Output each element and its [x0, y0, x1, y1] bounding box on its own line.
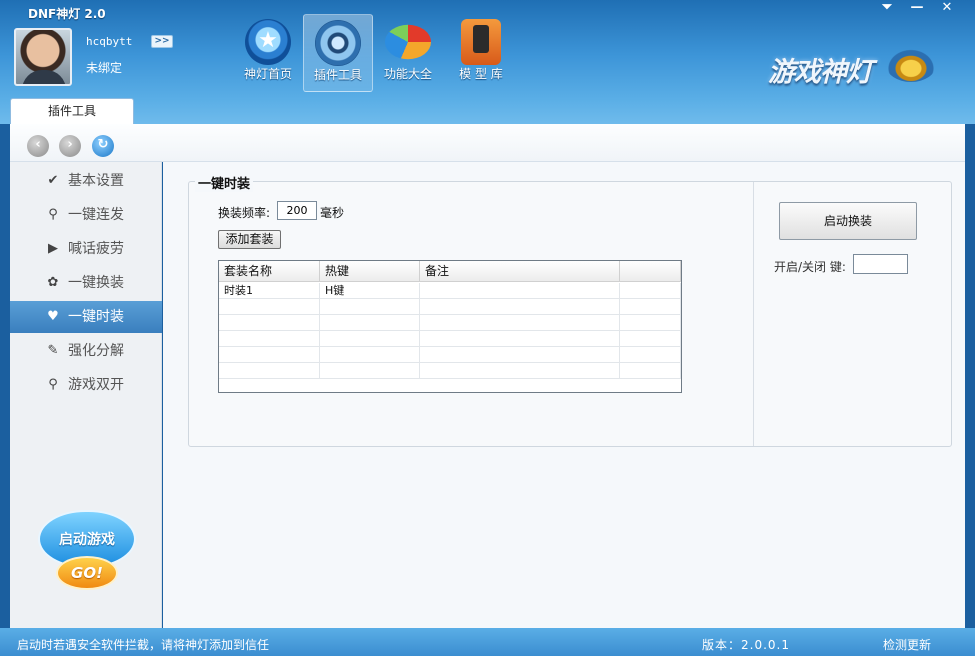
- table-cell-empty: [620, 315, 681, 331]
- title-bar: DNF神灯 2.0 hcqbytt >> 未绑定 神灯首页 插件工具 功能大全 …: [0, 0, 975, 124]
- start-switch-button[interactable]: 启动换装: [779, 202, 917, 240]
- freq-label: 换装频率:: [218, 206, 271, 220]
- nav-home[interactable]: 神灯首页: [233, 14, 303, 92]
- sidebar-item-quick-equip[interactable]: ✿ 一键换装: [10, 267, 162, 299]
- back-button[interactable]: ‹: [27, 135, 49, 157]
- status-hint: 启动时若遇安全软件拦截，请将神灯添加到信任: [17, 638, 270, 652]
- table-cell-empty: [620, 363, 681, 379]
- sidebar-item-basic-settings[interactable]: ✔ 基本设置: [10, 165, 162, 197]
- tab-plugin-tools[interactable]: 插件工具: [10, 98, 134, 124]
- table-header-hotkey[interactable]: 热键: [320, 261, 420, 282]
- model-library-icon: [461, 19, 501, 65]
- table-cell-empty: [219, 331, 320, 347]
- nav-features[interactable]: 功能大全: [373, 14, 443, 92]
- fashion-groupbox: 换装频率: 毫秒 添加套装 套装名称 热键 备注 时装1 H键: [188, 181, 952, 447]
- nav-model-library-label: 模 型 库: [459, 67, 503, 81]
- plugin-tools-icon: [315, 20, 361, 66]
- sidebar-item-rapid-fire[interactable]: ⚲ 一键连发: [10, 199, 162, 231]
- forward-button[interactable]: ›: [59, 135, 81, 157]
- sidebar-item-label: 一键换装: [68, 275, 124, 291]
- username: hcqbytt: [86, 35, 133, 48]
- table-header-extra[interactable]: [620, 261, 681, 282]
- check-update-link[interactable]: 检测更新: [883, 636, 931, 653]
- nav-plugin-tools-label: 插件工具: [313, 68, 362, 82]
- table-cell-empty: [420, 299, 620, 315]
- table-cell-empty: [320, 331, 420, 347]
- table-cell-empty: [420, 347, 620, 363]
- sidebar-item-label: 喊话疲劳: [68, 241, 124, 257]
- paw-icon: ✿: [47, 275, 59, 290]
- sidebar-item-enhance-disassemble[interactable]: ✎ 强化分解: [10, 335, 162, 367]
- table-cell-empty: [219, 347, 320, 363]
- panel-title: 一键时装: [195, 173, 254, 192]
- sidebar-item-label: 游戏双开: [68, 377, 124, 393]
- table-cell-empty: [219, 315, 320, 331]
- app-title: DNF神灯 2.0: [28, 7, 106, 21]
- sidebar-item-label: 基本设置: [68, 173, 124, 189]
- sidebar-item-shout-fatigue[interactable]: ▶ 喊话疲劳: [10, 233, 162, 265]
- table-header-note[interactable]: 备注: [420, 261, 620, 282]
- home-star-icon: [245, 19, 291, 65]
- version-label: 版本：2.0.0.1: [702, 638, 790, 652]
- wrench-icon: ✎: [47, 343, 59, 358]
- table-cell-empty: [320, 363, 420, 379]
- nav-features-label: 功能大全: [383, 67, 432, 81]
- arrow-right-icon: ▶: [48, 241, 58, 256]
- check-icon: ✔: [47, 173, 59, 188]
- sidebar-item-label: 强化分解: [68, 343, 124, 359]
- sidebar: ✔ 基本设置 ⚲ 一键连发 ▶ 喊话疲劳 ✿ 一键换装 ♥ 一键时装 ✎ 强化分…: [10, 162, 162, 628]
- expand-user-button[interactable]: >>: [151, 35, 173, 48]
- table-cell-empty: [420, 363, 620, 379]
- main-panel: 换装频率: 毫秒 添加套装 套装名称 热键 备注 时装1 H键: [163, 162, 965, 628]
- features-pie-icon: [385, 24, 431, 60]
- sidebar-item-label: 一键连发: [68, 207, 124, 223]
- launch-game-button[interactable]: 启动游戏 GO!: [38, 510, 136, 600]
- table-cell[interactable]: [420, 283, 620, 299]
- status-bar: 启动时若遇安全软件拦截，请将神灯添加到信任 版本：2.0.0.1 检测更新: [0, 628, 975, 656]
- bind-status[interactable]: 未绑定: [86, 59, 122, 76]
- suit-table[interactable]: 套装名称 热键 备注 时装1 H键: [218, 260, 682, 393]
- search-icon: ⚲: [48, 377, 58, 392]
- go-badge: GO!: [56, 556, 118, 590]
- panel-divider: [753, 182, 754, 446]
- sidebar-item-dual-open[interactable]: ⚲ 游戏双开: [10, 369, 162, 401]
- table-cell-empty: [320, 347, 420, 363]
- freq-unit: 毫秒: [320, 206, 345, 220]
- toolbar: ‹ › ↻: [10, 124, 965, 162]
- table-cell-empty: [620, 331, 681, 347]
- toggle-key-input[interactable]: [853, 254, 908, 274]
- toggle-key-label: 开启/关闭 键:: [774, 260, 846, 274]
- avatar[interactable]: [14, 28, 72, 86]
- logo-text: 游戏神灯: [768, 57, 873, 88]
- table-cell-empty: [320, 299, 420, 315]
- table-cell[interactable]: [620, 283, 681, 299]
- sidebar-item-label: 一键时装: [68, 309, 124, 325]
- table-cell[interactable]: H键: [320, 283, 420, 299]
- nav-model-library[interactable]: 模 型 库: [446, 14, 516, 92]
- sidebar-item-quick-fashion[interactable]: ♥ 一键时装: [10, 301, 162, 333]
- minimize-button[interactable]: —: [904, 0, 930, 18]
- search-icon: ⚲: [48, 207, 58, 222]
- nav-plugin-tools[interactable]: 插件工具: [303, 14, 373, 92]
- table-cell[interactable]: 时装1: [219, 283, 320, 299]
- logo: 游戏神灯: [768, 44, 938, 90]
- freq-input[interactable]: [277, 201, 317, 220]
- table-cell-empty: [420, 315, 620, 331]
- table-cell-empty: [620, 347, 681, 363]
- refresh-button[interactable]: ↻: [92, 135, 114, 157]
- close-button[interactable]: ✕: [934, 0, 960, 18]
- table-cell-empty: [219, 299, 320, 315]
- lamp-icon: [886, 48, 936, 82]
- table-cell-empty: [620, 299, 681, 315]
- window-menu-button[interactable]: ⏷: [874, 0, 900, 18]
- table-cell-empty: [320, 315, 420, 331]
- add-suit-button[interactable]: 添加套装: [218, 230, 281, 249]
- heart-icon: ♥: [47, 309, 59, 324]
- table-cell-empty: [219, 363, 320, 379]
- table-header-name[interactable]: 套装名称: [219, 261, 320, 282]
- table-cell-empty: [420, 331, 620, 347]
- nav-home-label: 神灯首页: [243, 67, 292, 81]
